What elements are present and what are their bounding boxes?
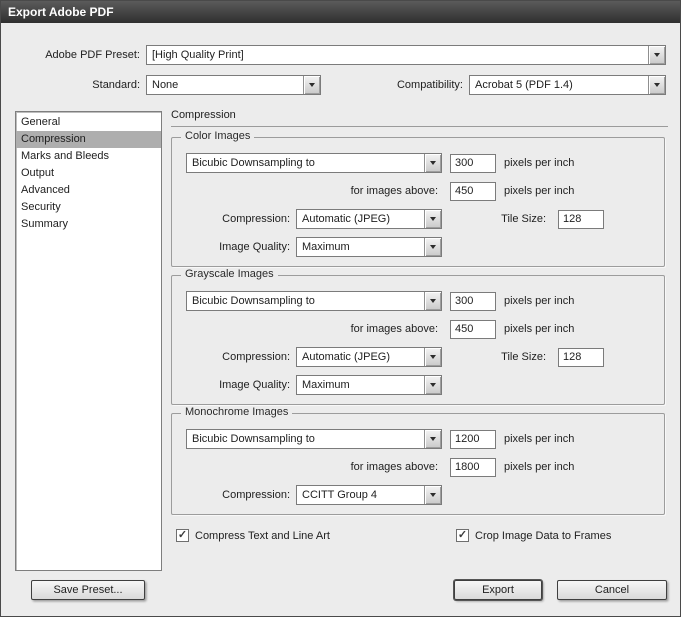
color-tile-size-input[interactable]: [558, 209, 604, 229]
compress-text-label: Compress Text and Line Art: [195, 529, 330, 542]
preset-select[interactable]: [High Quality Print]: [146, 45, 666, 65]
options-row: Compress Text and Line Art Crop Image Da…: [171, 529, 668, 545]
monochrome-ppi-unit-label: pixels per inch: [504, 433, 575, 445]
export-button[interactable]: Export: [454, 580, 542, 600]
standard-row: Standard: None Compatibility: Acrobat 5 …: [15, 75, 666, 95]
preset-row: Adobe PDF Preset: [High Quality Print]: [15, 45, 666, 65]
monochrome-images-group: Monochrome Images Bicubic Downsampling t…: [171, 406, 665, 515]
grayscale-tile-size-input[interactable]: [558, 347, 604, 367]
monochrome-compression-value: CCITT Group 4: [302, 489, 377, 501]
grayscale-image-quality-select[interactable]: Maximum: [296, 375, 442, 395]
color-tile-size-label: Tile Size:: [501, 213, 546, 225]
crop-image-data-checkbox[interactable]: Crop Image Data to Frames: [456, 529, 611, 542]
color-images-group: Color Images Bicubic Downsampling to pix…: [171, 130, 665, 267]
grayscale-compression-select[interactable]: Automatic (JPEG): [296, 347, 442, 367]
color-ppi-input[interactable]: [450, 153, 496, 173]
grayscale-above-input[interactable]: [450, 319, 496, 339]
color-ppi-unit-label: pixels per inch: [504, 157, 575, 169]
grayscale-images-group-title: Grayscale Images: [181, 268, 278, 280]
grayscale-sampling-value: Bicubic Downsampling to: [192, 295, 315, 307]
chevron-down-icon[interactable]: [424, 348, 441, 366]
grayscale-tile-size-label: Tile Size:: [501, 351, 546, 363]
compress-text-checkbox[interactable]: Compress Text and Line Art: [176, 529, 330, 542]
color-compression-label: Compression:: [222, 213, 290, 225]
checkbox-checked-icon[interactable]: [176, 529, 189, 542]
grayscale-compression-label: Compression:: [222, 351, 290, 363]
chevron-down-icon[interactable]: [648, 76, 665, 94]
compatibility-select[interactable]: Acrobat 5 (PDF 1.4): [469, 75, 666, 95]
compression-panel: Compression Color Images Bicubic Downsam…: [171, 109, 668, 545]
color-above-unit-label: pixels per inch: [504, 185, 575, 197]
monochrome-ppi-input[interactable]: [450, 429, 496, 449]
grayscale-ppi-unit-label: pixels per inch: [504, 295, 575, 307]
monochrome-above-label: for images above:: [350, 461, 438, 473]
monochrome-images-group-title: Monochrome Images: [181, 406, 293, 418]
preset-value: [High Quality Print]: [152, 49, 244, 61]
grayscale-compression-value: Automatic (JPEG): [302, 351, 391, 363]
title-bar[interactable]: Export Adobe PDF: [1, 1, 680, 23]
export-adobe-pdf-dialog: Export Adobe PDF Adobe PDF Preset: [High…: [0, 0, 681, 617]
sidebar-item-general[interactable]: General: [16, 114, 161, 131]
crop-image-data-label: Crop Image Data to Frames: [475, 529, 612, 542]
color-compression-value: Automatic (JPEG): [302, 213, 391, 225]
chevron-down-icon[interactable]: [424, 238, 441, 256]
window-title: Export Adobe PDF: [8, 5, 114, 19]
color-images-group-title: Color Images: [181, 130, 255, 142]
monochrome-above-unit-label: pixels per inch: [504, 461, 575, 473]
color-image-quality-value: Maximum: [302, 241, 350, 253]
monochrome-above-input[interactable]: [450, 457, 496, 477]
sidebar-item-output[interactable]: Output: [16, 165, 161, 182]
save-preset-button[interactable]: Save Preset...: [31, 580, 145, 600]
compatibility-label: Compatibility:: [396, 79, 463, 91]
grayscale-above-unit-label: pixels per inch: [504, 323, 575, 335]
chevron-down-icon[interactable]: [424, 430, 441, 448]
preset-label: Adobe PDF Preset:: [45, 49, 140, 61]
chevron-down-icon[interactable]: [424, 210, 441, 228]
chevron-down-icon[interactable]: [424, 486, 441, 504]
standard-value: None: [152, 79, 179, 91]
chevron-down-icon[interactable]: [648, 46, 665, 64]
color-above-input[interactable]: [450, 181, 496, 201]
chevron-down-icon[interactable]: [303, 76, 320, 94]
standard-select[interactable]: None: [146, 75, 321, 95]
monochrome-sampling-select[interactable]: Bicubic Downsampling to: [186, 429, 442, 449]
color-image-quality-select[interactable]: Maximum: [296, 237, 442, 257]
sections-listbox: General Compression Marks and Bleeds Out…: [15, 111, 162, 571]
sidebar-item-summary[interactable]: Summary: [16, 216, 161, 233]
sidebar-item-security[interactable]: Security: [16, 199, 161, 216]
color-sampling-value: Bicubic Downsampling to: [192, 157, 315, 169]
panel-title: Compression: [171, 109, 668, 127]
grayscale-above-label: for images above:: [350, 323, 438, 335]
chevron-down-icon[interactable]: [424, 376, 441, 394]
grayscale-ppi-input[interactable]: [450, 291, 496, 311]
standard-label: Standard:: [92, 79, 140, 91]
grayscale-image-quality-label: Image Quality:: [219, 379, 290, 391]
cancel-button[interactable]: Cancel: [557, 580, 667, 600]
compatibility-value: Acrobat 5 (PDF 1.4): [475, 79, 573, 91]
monochrome-compression-label: Compression:: [222, 489, 290, 501]
sidebar-item-marks-and-bleeds[interactable]: Marks and Bleeds: [16, 148, 161, 165]
grayscale-images-group: Grayscale Images Bicubic Downsampling to…: [171, 268, 665, 405]
chevron-down-icon[interactable]: [424, 154, 441, 172]
grayscale-image-quality-value: Maximum: [302, 379, 350, 391]
color-compression-select[interactable]: Automatic (JPEG): [296, 209, 442, 229]
checkbox-checked-icon[interactable]: [456, 529, 469, 542]
sidebar-item-advanced[interactable]: Advanced: [16, 182, 161, 199]
color-above-label: for images above:: [350, 185, 438, 197]
grayscale-sampling-select[interactable]: Bicubic Downsampling to: [186, 291, 442, 311]
sidebar-item-compression[interactable]: Compression: [16, 131, 161, 148]
chevron-down-icon[interactable]: [424, 292, 441, 310]
color-sampling-select[interactable]: Bicubic Downsampling to: [186, 153, 442, 173]
monochrome-sampling-value: Bicubic Downsampling to: [192, 433, 315, 445]
monochrome-compression-select[interactable]: CCITT Group 4: [296, 485, 442, 505]
color-image-quality-label: Image Quality:: [219, 241, 290, 253]
